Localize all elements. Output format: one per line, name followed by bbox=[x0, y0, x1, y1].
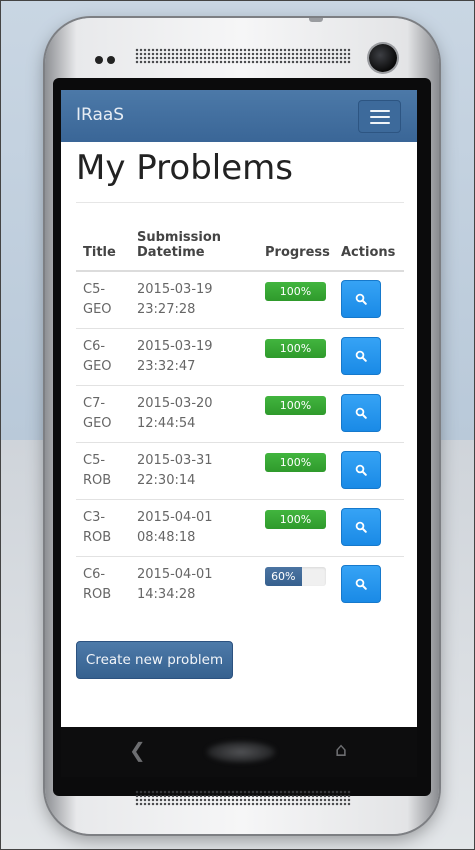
image-border bbox=[0, 0, 475, 850]
